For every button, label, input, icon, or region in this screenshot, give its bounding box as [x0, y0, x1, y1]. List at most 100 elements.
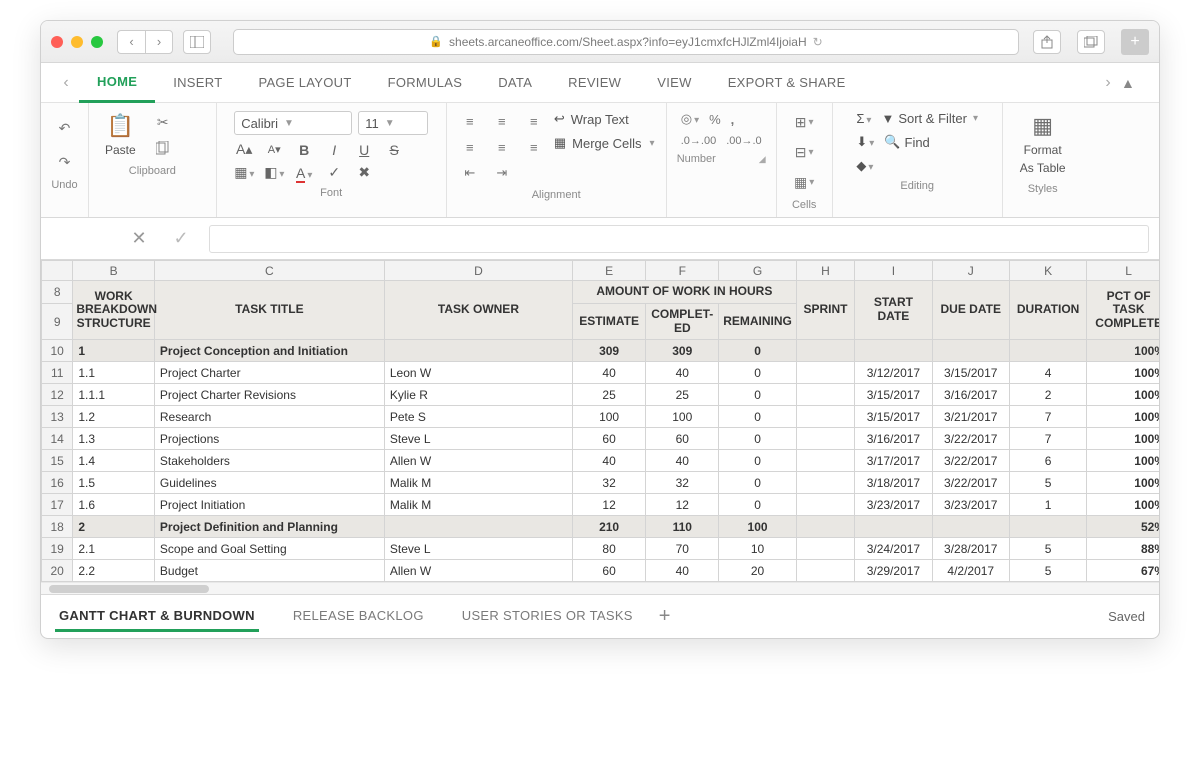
merge-cells-button[interactable]: ▦ Merge Cells ▾	[554, 135, 655, 151]
cell[interactable]: 1	[73, 340, 155, 362]
add-sheet-button[interactable]: +	[659, 605, 671, 628]
align-left-button[interactable]: ≡	[458, 137, 482, 157]
ribbon-scroll-right[interactable]: ›	[1095, 74, 1121, 92]
format-painter-start[interactable]: ✓	[324, 164, 344, 181]
column-header[interactable]: D	[384, 261, 572, 281]
font-size-select[interactable]: 11 ▼	[358, 111, 428, 135]
cut-button[interactable]: ✂	[150, 111, 176, 133]
format-as-table-button[interactable]: ▦ Format As Table	[1014, 111, 1072, 177]
cell[interactable]: Projections	[154, 428, 384, 450]
cell[interactable]	[796, 494, 855, 516]
cell[interactable]: Steve L	[384, 428, 572, 450]
cell[interactable]: 10	[719, 538, 796, 560]
cell[interactable]: Malik M	[384, 494, 572, 516]
cell[interactable]: 7	[1009, 428, 1086, 450]
delete-cells-button[interactable]: ⊟▾	[791, 141, 817, 163]
cell[interactable]: 0	[719, 494, 796, 516]
cell[interactable]: 32	[646, 472, 719, 494]
align-center-button[interactable]: ≡	[490, 137, 514, 157]
cell[interactable]: 210	[573, 516, 646, 538]
cell[interactable]	[796, 472, 855, 494]
format-cells-button[interactable]: ▦▾	[791, 171, 817, 193]
cell[interactable]	[1009, 516, 1086, 538]
cell[interactable]: 3/15/2017	[932, 362, 1009, 384]
ribbon-tab-formulas[interactable]: FORMULAS	[370, 63, 481, 103]
cell[interactable]: 100%	[1087, 340, 1159, 362]
minimize-window-icon[interactable]	[71, 36, 83, 48]
row-header[interactable]: 8	[42, 281, 73, 304]
column-header[interactable]: J	[932, 261, 1009, 281]
cell[interactable]	[796, 450, 855, 472]
cell[interactable]: 4	[1009, 362, 1086, 384]
select-all-corner[interactable]	[42, 261, 73, 281]
cell[interactable]: Pete S	[384, 406, 572, 428]
row-header[interactable]: 11	[42, 362, 73, 384]
cell[interactable]: 0	[719, 340, 796, 362]
column-header[interactable]: C	[154, 261, 384, 281]
number-dialog-launcher[interactable]: ◢	[759, 154, 766, 165]
insert-cells-button[interactable]: ⊞▾	[791, 111, 817, 133]
ribbon-tab-data[interactable]: DATA	[480, 63, 550, 103]
row-header[interactable]: 15	[42, 450, 73, 472]
cell[interactable]: 12	[646, 494, 719, 516]
cell[interactable]: 3/21/2017	[932, 406, 1009, 428]
tabs-button[interactable]	[1077, 30, 1105, 54]
table-row[interactable]: 161.5GuidelinesMalik M323203/18/20173/22…	[42, 472, 1160, 494]
cell[interactable]: 3/22/2017	[932, 428, 1009, 450]
forward-button[interactable]: ›	[145, 30, 173, 54]
cell[interactable]: 40	[573, 362, 646, 384]
cell[interactable]: Scope and Goal Setting	[154, 538, 384, 560]
cell[interactable]: 100%	[1087, 362, 1159, 384]
cell[interactable]: 1.2	[73, 406, 155, 428]
undo-button[interactable]: ↶	[52, 117, 78, 139]
cell[interactable]: 3/22/2017	[932, 472, 1009, 494]
align-bottom-button[interactable]: ≡	[522, 111, 546, 131]
underline-button[interactable]: U	[354, 142, 374, 158]
ribbon-tab-insert[interactable]: INSERT	[155, 63, 240, 103]
cell[interactable]: Malik M	[384, 472, 572, 494]
spreadsheet-grid[interactable]: BCDEFGHIJKL 8 WORK BREAKDOWN STRUCTURE T…	[41, 260, 1159, 582]
cell[interactable]: 88%	[1087, 538, 1159, 560]
sheet-tab[interactable]: RELEASE BACKLOG	[289, 602, 428, 632]
row-header[interactable]: 9	[42, 303, 73, 340]
percent-button[interactable]: %	[709, 112, 721, 127]
cell[interactable]: 40	[646, 560, 719, 582]
cell[interactable]: 12	[573, 494, 646, 516]
cell[interactable]: 100%	[1087, 450, 1159, 472]
horizontal-scrollbar[interactable]	[41, 582, 1159, 594]
decrease-decimal-button[interactable]: .00→.0	[726, 135, 761, 147]
cell[interactable]: Project Initiation	[154, 494, 384, 516]
cell[interactable]: 100%	[1087, 494, 1159, 516]
cell[interactable]: Kylie R	[384, 384, 572, 406]
cell[interactable]	[855, 340, 932, 362]
table-row[interactable]: 202.2BudgetAllen W6040203/29/20174/2/201…	[42, 560, 1160, 582]
cell[interactable]	[932, 516, 1009, 538]
cell[interactable]: 67%	[1087, 560, 1159, 582]
cell[interactable]: 100	[719, 516, 796, 538]
cell[interactable]: 2	[1009, 384, 1086, 406]
ribbon-tab-review[interactable]: REVIEW	[550, 63, 639, 103]
column-header[interactable]: B	[73, 261, 155, 281]
new-tab-button[interactable]: +	[1121, 29, 1149, 55]
paste-button[interactable]: 📋 Paste	[99, 111, 142, 159]
table-row[interactable]: 182Project Definition and Planning210110…	[42, 516, 1160, 538]
cell[interactable]: Budget	[154, 560, 384, 582]
row-header[interactable]: 14	[42, 428, 73, 450]
close-window-icon[interactable]	[51, 36, 63, 48]
cell[interactable]: 0	[719, 384, 796, 406]
cell[interactable]: 3/16/2017	[932, 384, 1009, 406]
cell[interactable]: Project Conception and Initiation	[154, 340, 384, 362]
cell[interactable]	[796, 340, 855, 362]
reload-icon[interactable]: ↻	[813, 35, 823, 49]
row-header[interactable]: 18	[42, 516, 73, 538]
row-header[interactable]: 12	[42, 384, 73, 406]
cell[interactable]	[384, 340, 572, 362]
cell[interactable]: Project Charter	[154, 362, 384, 384]
cell[interactable]: 80	[573, 538, 646, 560]
bold-button[interactable]: B	[294, 142, 314, 158]
cell[interactable]: 5	[1009, 538, 1086, 560]
table-row[interactable]: 131.2ResearchPete S10010003/15/20173/21/…	[42, 406, 1160, 428]
column-header[interactable]: I	[855, 261, 932, 281]
cell[interactable]: 3/17/2017	[855, 450, 932, 472]
row-header[interactable]: 16	[42, 472, 73, 494]
